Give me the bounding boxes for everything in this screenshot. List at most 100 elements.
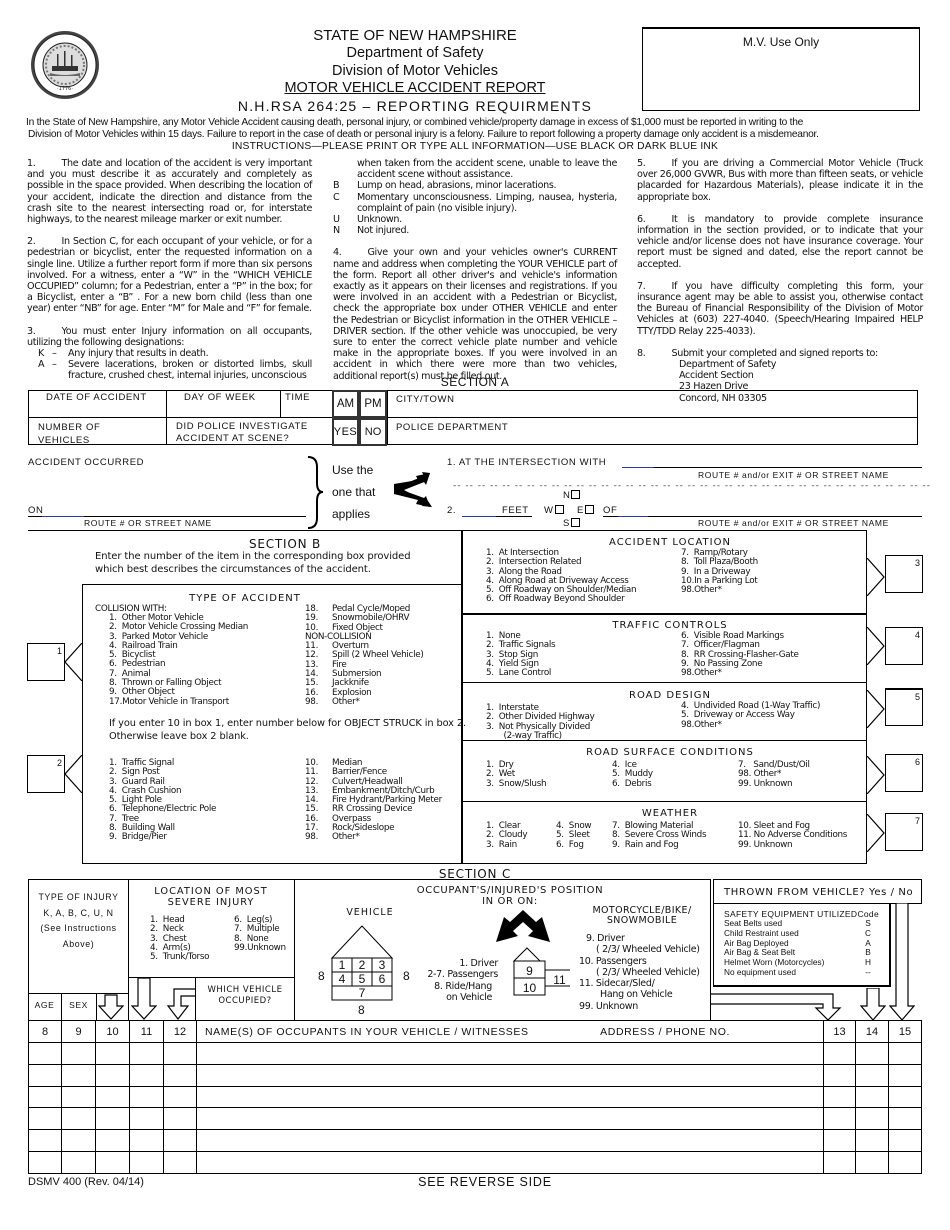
am-checkbox[interactable]: AM <box>332 390 359 418</box>
box-2-input[interactable]: 2 <box>27 755 65 793</box>
occupant-cell-input[interactable] <box>28 1085 62 1109</box>
occupant-cell-input[interactable] <box>28 1063 62 1087</box>
occupant-cell-input[interactable] <box>823 1085 856 1109</box>
occupant-cell-input[interactable] <box>196 1129 824 1152</box>
occupant-cell-input[interactable] <box>823 1107 856 1131</box>
occupant-cell-input[interactable] <box>163 1150 197 1174</box>
occupant-cell-input[interactable] <box>888 1129 922 1152</box>
weather-col-4: 10. Sleet and Fog 11. No Adverse Conditio… <box>738 821 847 850</box>
occupant-cell-input[interactable] <box>129 1085 164 1109</box>
occupant-cell-input[interactable] <box>823 1129 856 1152</box>
instructions-banner: INSTRUCTIONS—PLEASE PRINT OR TYPE ALL IN… <box>231 141 719 152</box>
occupant-cell-input[interactable] <box>28 1150 62 1174</box>
occupant-cell-input[interactable] <box>855 1085 889 1109</box>
occupant-cell-input[interactable] <box>823 1150 856 1174</box>
occupant-cell-input[interactable] <box>129 1042 164 1065</box>
label-line: Above) <box>62 938 95 949</box>
location-item: 98.Other* <box>681 585 722 596</box>
occupant-cell-input[interactable] <box>855 1129 889 1152</box>
designation-a-cont: when taken from the accident scene, unab… <box>357 158 617 181</box>
occupant-cell-input[interactable] <box>95 1085 130 1109</box>
occupant-cell-input[interactable] <box>888 1107 922 1131</box>
of-street-input[interactable] <box>603 516 922 517</box>
accident-location-title: ACCIDENT LOCATION <box>609 537 731 548</box>
occupant-cell-input[interactable] <box>163 1107 197 1131</box>
occupant-cell-input[interactable] <box>129 1107 164 1131</box>
occupant-cell-input[interactable] <box>196 1042 824 1065</box>
occupant-cell-input[interactable] <box>95 1107 130 1131</box>
occupant-cell-input[interactable] <box>823 1063 856 1087</box>
west-checkbox[interactable]: W <box>544 505 564 516</box>
box-5-input[interactable]: 5 <box>885 688 923 726</box>
input-underline <box>622 467 654 468</box>
box-1-input[interactable]: 1 <box>27 643 65 681</box>
input-underline <box>42 516 84 517</box>
occupant-cell-input[interactable] <box>61 1085 96 1109</box>
occupant-cell-input[interactable] <box>61 1107 96 1131</box>
occupant-cell-input[interactable] <box>855 1107 889 1131</box>
split-arrow-icon <box>496 910 550 942</box>
occupant-cell-input[interactable] <box>28 1107 62 1131</box>
checkbox[interactable] <box>554 505 564 514</box>
occupant-cell-input[interactable] <box>129 1129 164 1152</box>
occupant-cell-input[interactable] <box>196 1107 824 1131</box>
occupant-cell-input[interactable] <box>888 1085 922 1109</box>
intersection-input[interactable] <box>622 467 922 468</box>
day-of-week-field[interactable]: DAY OF WEEK <box>184 392 256 403</box>
occupant-cell-input[interactable] <box>196 1150 824 1174</box>
occupant-cell-input[interactable] <box>823 1042 856 1065</box>
occupant-cell-input[interactable] <box>196 1063 824 1087</box>
occupant-cell-input[interactable] <box>61 1150 96 1174</box>
east-checkbox[interactable]: E <box>577 505 594 516</box>
intro-line-1: In the State of New Hampshire, any Motor… <box>26 117 804 128</box>
occupant-cell-input[interactable] <box>163 1129 197 1152</box>
occupant-cell-input[interactable] <box>129 1150 164 1174</box>
box-6-input[interactable]: 6 <box>885 754 923 792</box>
police-yes-checkbox[interactable]: YES <box>332 418 359 446</box>
occupant-cell-input[interactable] <box>95 1042 130 1065</box>
occupant-cell-input[interactable] <box>129 1063 164 1087</box>
police-no-checkbox[interactable]: NO <box>359 418 387 446</box>
box-4-input[interactable]: 4 <box>885 627 923 665</box>
occupant-cell-input[interactable] <box>95 1063 130 1087</box>
occupant-cell-input[interactable] <box>61 1063 96 1087</box>
occupant-cell-input[interactable] <box>95 1129 130 1152</box>
pm-checkbox[interactable]: PM <box>359 390 387 418</box>
occupant-cell-input[interactable] <box>28 1129 62 1152</box>
occupant-cell-input[interactable] <box>61 1042 96 1065</box>
occupant-cell-input[interactable] <box>163 1085 197 1109</box>
occupant-cell-input[interactable] <box>61 1129 96 1152</box>
occupant-cell-input[interactable] <box>855 1150 889 1174</box>
number-of-vehicles-field[interactable]: NUMBER OF VEHICLES <box>38 421 138 447</box>
occupant-cell-input[interactable] <box>196 1085 824 1109</box>
box-3-input[interactable]: 3 <box>885 555 923 593</box>
title-line: OCCUPANT'S/INJURED'S POSITION <box>416 885 604 896</box>
occupant-cell-input[interactable] <box>855 1042 889 1065</box>
weather-item: 9. Rain and Fog <box>612 839 679 850</box>
time-field[interactable]: TIME <box>285 392 310 403</box>
legend-line: 99. Unknown <box>579 1000 638 1012</box>
occupant-cell-input[interactable] <box>163 1063 197 1087</box>
occupant-cell-input[interactable] <box>888 1063 922 1087</box>
checkbox[interactable] <box>584 505 594 514</box>
checkbox[interactable] <box>571 490 581 499</box>
object-struck-item: 17. Rock/Sideslope <box>305 823 442 833</box>
north-checkbox[interactable]: N <box>563 490 581 501</box>
checkbox[interactable] <box>570 518 580 527</box>
box-7-input[interactable]: 7 <box>885 813 923 851</box>
occupant-cell-input[interactable] <box>28 1042 62 1065</box>
occupant-cell-input[interactable] <box>163 1042 197 1065</box>
section-b-desc-2: which best describes the circumstances o… <box>95 564 371 575</box>
city-town-field[interactable]: CITY/TOWN <box>396 394 455 405</box>
date-of-accident-field[interactable]: DATE OF ACCIDENT <box>46 392 147 403</box>
occupant-cell-input[interactable] <box>888 1042 922 1065</box>
thrown-from-vehicle-field[interactable]: THROWN FROM VEHICLE? Yes / No <box>713 879 922 904</box>
occupant-cell-input[interactable] <box>95 1150 130 1174</box>
police-department-field[interactable]: POLICE DEPARTMENT <box>396 422 508 433</box>
arrow-13-icon <box>711 993 842 1021</box>
occupant-cell-input[interactable] <box>855 1063 889 1087</box>
south-checkbox[interactable]: S <box>563 518 580 529</box>
occupant-cell-input[interactable] <box>888 1150 922 1174</box>
of-street-caption: ROUTE # and/or EXIT # OR STREET NAME <box>698 518 889 528</box>
statute-heading: N.H.RSA 264:25 – REPORTING REQUIRMENTS <box>237 98 593 114</box>
